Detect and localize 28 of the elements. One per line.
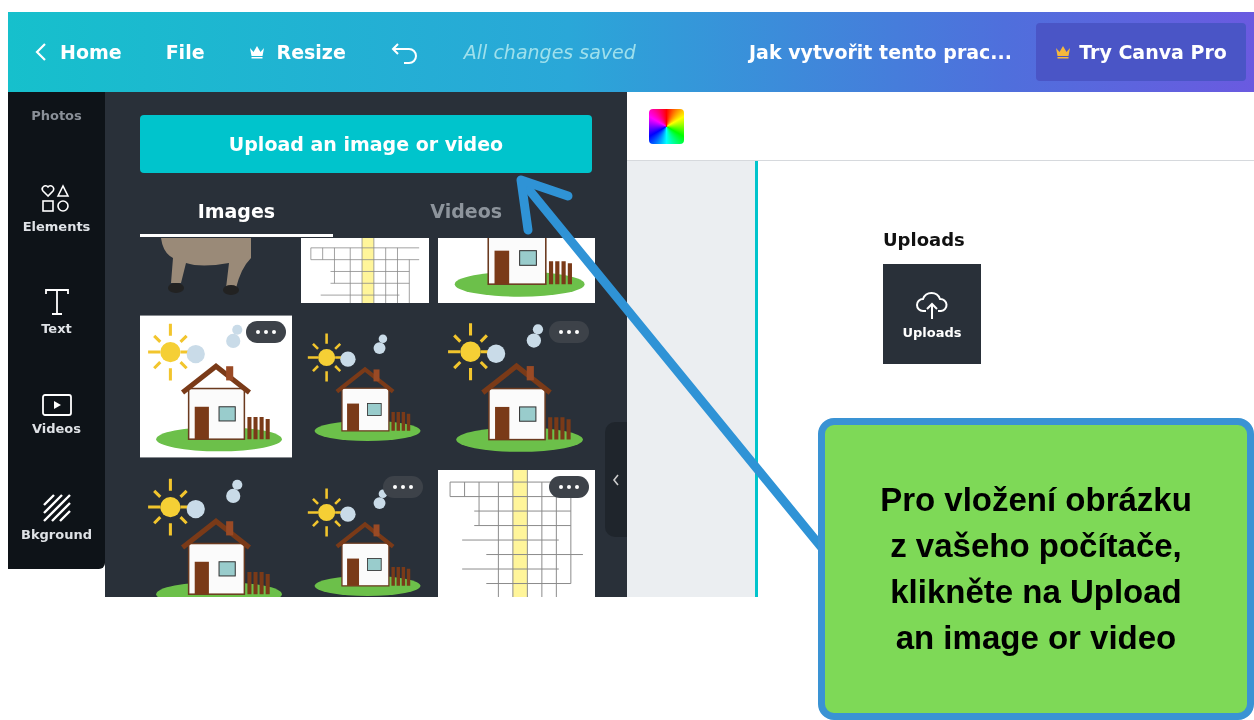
try-pro-button[interactable]: Try Canva Pro [1036, 23, 1246, 81]
crown-icon [1055, 45, 1072, 59]
more-options-icon[interactable] [549, 321, 589, 343]
video-play-icon[interactable] [40, 393, 73, 418]
hatch-pattern-icon[interactable] [41, 493, 72, 524]
house-illustration[interactable] [140, 315, 292, 458]
house-illustration[interactable] [438, 238, 595, 303]
sidebar-item-label[interactable]: Photos [31, 108, 82, 123]
sidebar-item-label[interactable]: Bkground [21, 527, 92, 543]
sidebar-item-label[interactable]: Text [41, 321, 72, 337]
uploads-tile[interactable]: Uploads [883, 264, 981, 364]
text-icon[interactable] [42, 287, 71, 318]
back-chevron-icon [34, 42, 48, 62]
save-status: All changes saved [463, 41, 636, 63]
color-picker-swatch[interactable] [649, 108, 684, 144]
sidebar-item-label[interactable]: Elements [22, 219, 91, 235]
chevron-left-icon [612, 473, 620, 486]
more-options-icon[interactable] [383, 476, 423, 498]
collapse-panel-handle[interactable] [605, 422, 627, 537]
crossword-grid-drawing[interactable] [438, 470, 595, 597]
undo-icon[interactable] [389, 40, 420, 64]
sidebar-item-label[interactable]: Videos [31, 421, 82, 437]
document-title[interactable]: Jak vytvořit tento prac... [749, 41, 1012, 63]
uploads-heading: Uploads [883, 229, 965, 250]
crown-icon [248, 45, 265, 59]
uploads-tile-label: Uploads [902, 324, 962, 340]
callout-text: Pro vložení obrázku z vašeho počítače, klikněte na Upload an image or video [880, 479, 1192, 659]
panel-tab[interactable]: Videos [332, 187, 592, 237]
